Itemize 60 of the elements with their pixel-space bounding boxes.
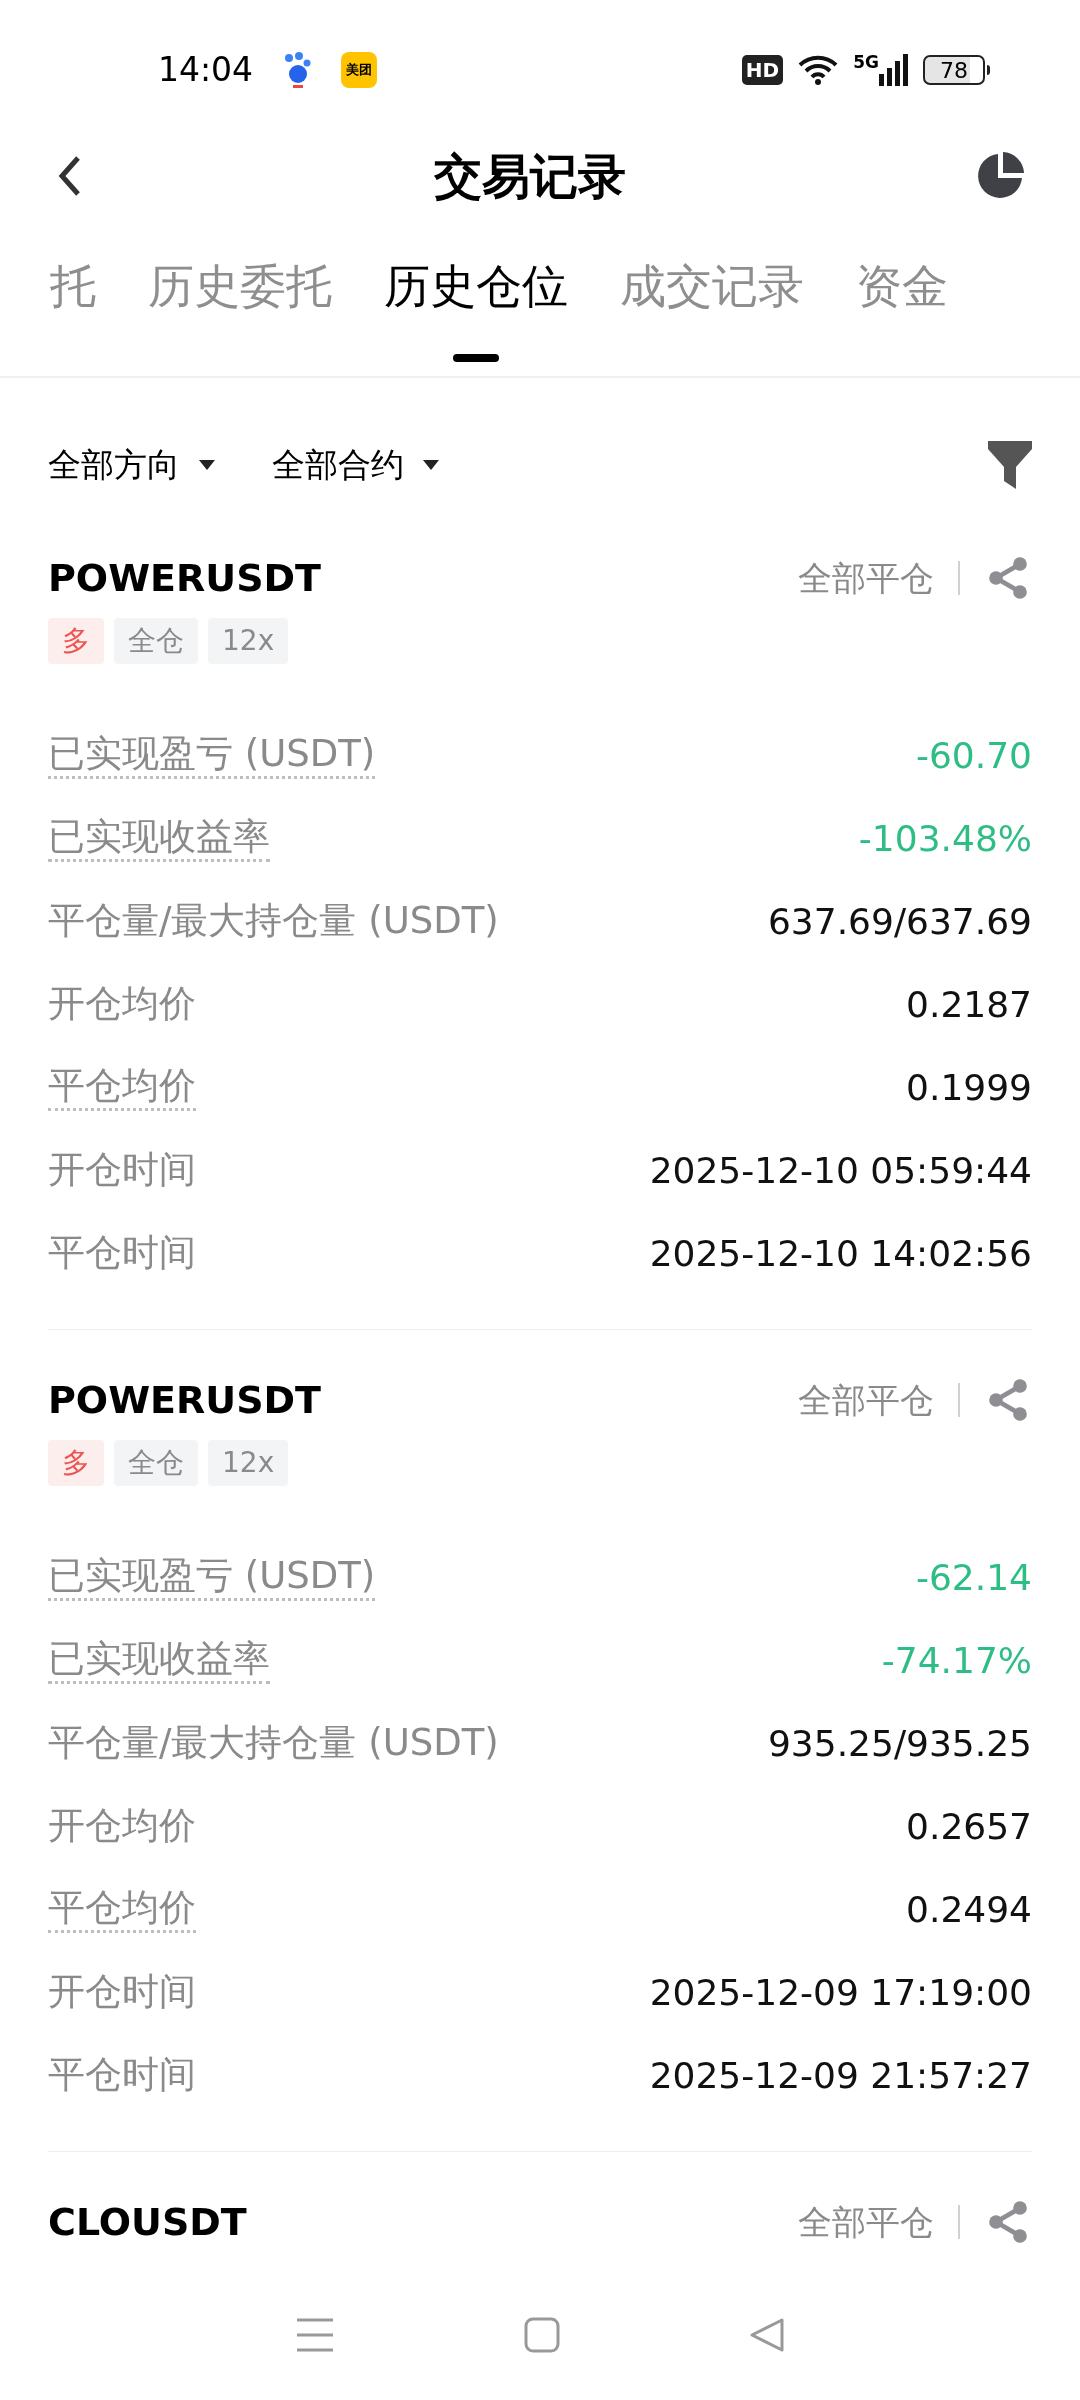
symbol: CLOUSDT	[48, 2198, 247, 2246]
field-label: 已实现收益率	[48, 814, 270, 863]
field-value: 2025-12-09 17:19:00	[649, 1970, 1032, 2015]
symbol: POWERUSDT	[48, 554, 321, 602]
tab[interactable]: 资金	[856, 252, 948, 372]
field-label: 已实现盈亏 (USDT)	[48, 1553, 376, 1602]
close-all-button[interactable]: 全部平仓	[798, 1374, 934, 1426]
field-label: 平仓均价	[48, 1063, 196, 1112]
signal-icon	[879, 54, 909, 86]
tab[interactable]: 历史仓位	[384, 252, 568, 372]
field-value: -60.70	[915, 733, 1032, 778]
tag: 多	[48, 618, 104, 664]
page-title: 交易记录	[434, 147, 626, 206]
field-value: 2025-12-10 14:02:56	[649, 1231, 1032, 1276]
tab[interactable]: 历史委托	[148, 252, 332, 372]
tag: 12x	[208, 618, 289, 664]
field-label: 平仓量/最大持仓量 (USDT)	[48, 1721, 499, 1766]
field-value: 637.69/637.69	[767, 899, 1032, 944]
menu-icon[interactable]	[294, 2317, 335, 2353]
field-value: 0.1999	[906, 1065, 1032, 1110]
hd-badge: HD	[741, 55, 784, 85]
field-value: -103.48%	[858, 816, 1032, 861]
home-icon[interactable]	[524, 2317, 560, 2353]
field-label: 开仓均价	[48, 1804, 196, 1849]
tab[interactable]: 托	[50, 252, 96, 372]
symbol: POWERUSDT	[48, 1376, 321, 1424]
field-label: 平仓时间	[48, 2053, 196, 2098]
field-value: -62.14	[915, 1555, 1032, 1600]
battery: 78	[923, 55, 985, 85]
field-label: 已实现盈亏 (USDT)	[48, 731, 376, 780]
clock: 14:04	[158, 49, 254, 92]
field-value: 0.2494	[906, 1887, 1032, 1932]
field-label: 平仓时间	[48, 1231, 196, 1276]
field-label: 已实现收益率	[48, 1636, 270, 1685]
app-badge: 美团	[341, 52, 378, 88]
wifi-icon	[797, 53, 840, 87]
field-value: 0.2657	[906, 1804, 1032, 1849]
field-value: 0.2187	[906, 982, 1032, 1027]
filter-dropdown[interactable]: 全部方向	[48, 440, 216, 490]
field-label: 开仓时间	[48, 1148, 196, 1193]
tag: 全仓	[114, 1440, 198, 1486]
tag: 12x	[208, 1440, 289, 1486]
field-value: 2025-12-10 05:59:44	[649, 1148, 1032, 1193]
filter-dropdown[interactable]: 全部合约	[272, 440, 440, 490]
field-label: 开仓均价	[48, 982, 196, 1027]
field-label: 平仓均价	[48, 1885, 196, 1934]
field-label: 平仓量/最大持仓量 (USDT)	[48, 899, 499, 944]
field-value: 935.25/935.25	[767, 1721, 1032, 1766]
close-all-button[interactable]: 全部平仓	[798, 552, 934, 604]
tag: 全仓	[114, 618, 198, 664]
field-value: -74.17%	[881, 1638, 1032, 1683]
filter-icon[interactable]	[988, 441, 1032, 489]
caret-icon	[422, 459, 440, 471]
caret-icon	[198, 459, 216, 471]
field-value: 2025-12-09 21:57:27	[649, 2053, 1032, 2098]
field-label: 开仓时间	[48, 1970, 196, 2015]
network-label: 5G	[853, 54, 879, 71]
close-all-button[interactable]: 全部平仓	[798, 2196, 934, 2248]
tag: 多	[48, 1440, 104, 1486]
tab[interactable]: 成交记录	[620, 252, 804, 372]
